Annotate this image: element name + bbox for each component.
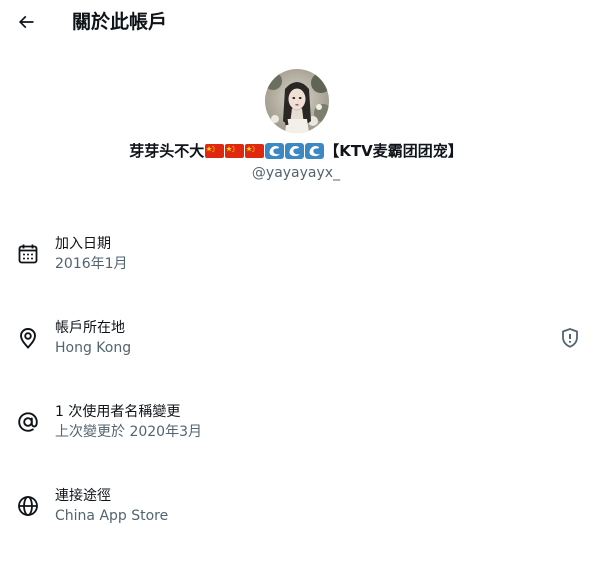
connected-via-label: 連接途徑 [55, 488, 111, 504]
wave-icon [305, 143, 325, 159]
back-button[interactable] [12, 8, 40, 36]
username-changes-label: 1 次使用者名稱變更 [55, 404, 181, 420]
about-account-page: 關於此帳戶 芽芽头不大 【KTV麦霸团团宠】 @yayayayx_ 加入日期 2… [0, 0, 592, 585]
location-value: Hong Kong [55, 340, 132, 356]
calendar-icon [16, 242, 40, 266]
display-name-suffix: 【KTV麦霸团团宠】 [324, 142, 463, 160]
page-title: 關於此帳戶 [72, 11, 168, 33]
location-info-button[interactable] [558, 326, 582, 350]
wave-icon [285, 143, 305, 159]
avatar[interactable] [265, 69, 329, 133]
joined-value: 2016年1月 [55, 256, 128, 272]
arrow-left-icon [18, 15, 34, 29]
info-row-location: 帳戶所在地 Hong Kong [0, 316, 592, 380]
shield-alert-icon [562, 328, 578, 348]
info-row-username-changes: 1 次使用者名稱變更 上次變更於 2020年3月 [0, 400, 592, 464]
username-handle: @yayayayx_ [251, 165, 341, 181]
info-row-joined: 加入日期 2016年1月 [0, 232, 592, 296]
china-flag-icon [225, 143, 245, 158]
at-sign-icon [16, 410, 40, 434]
username-changes-value: 上次變更於 2020年3月 [55, 424, 202, 440]
location-label: 帳戶所在地 [55, 320, 125, 336]
globe-icon [16, 494, 40, 518]
joined-label: 加入日期 [55, 236, 111, 252]
location-pin-icon [16, 326, 40, 350]
display-name-text: 芽芽头不大 [129, 142, 205, 160]
connected-via-value: China App Store [55, 508, 169, 524]
info-row-connected-via: 連接途徑 China App Store [0, 484, 592, 548]
avatar-image [265, 69, 329, 133]
header: 關於此帳戶 [0, 0, 592, 44]
china-flag-icon [245, 143, 265, 158]
wave-icon [265, 143, 285, 159]
china-flag-icon [205, 143, 225, 158]
display-name: 芽芽头不大 【KTV麦霸团团宠】 [0, 141, 592, 161]
